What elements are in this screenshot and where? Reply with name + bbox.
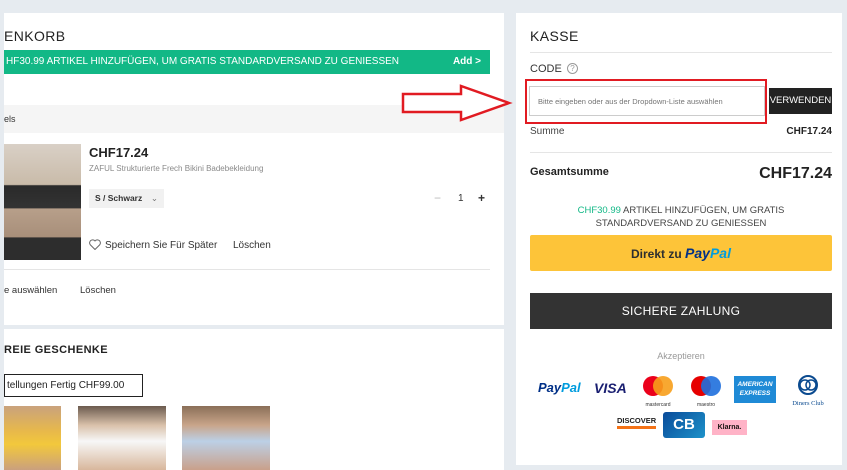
variant-value: S / Schwarz (95, 193, 143, 203)
maestro-logo: maestro (688, 375, 724, 408)
paypal-logo: PayPal (685, 245, 731, 261)
highlight-box (525, 79, 767, 124)
product-image[interactable] (4, 144, 81, 260)
promo-text-line-2: STANDARDVERSAND ZU GENIESSEN (595, 218, 767, 229)
cart-title: ENKORB (4, 28, 66, 44)
cart-item: CHF17.24 ZAFUL Strukturierte Frech Bikin… (4, 133, 504, 325)
promo-text-line-1: ARTIKEL HINZUFÜGEN, UM GRATIS (620, 205, 785, 216)
apply-code-button[interactable]: VERWENDEN (769, 88, 832, 114)
red-arrow-annotation (401, 84, 513, 122)
gift-image[interactable] (182, 406, 270, 470)
quantity-value: 1 (458, 193, 464, 204)
divider (4, 269, 490, 270)
gift-threshold-button[interactable]: tellungen Fertig CHF99.00 (4, 374, 143, 397)
free-shipping-hint: CHF30.99 ARTIKEL HINZUFÜGEN, UM GRATIS S… (530, 204, 832, 230)
quantity-increase-button[interactable]: + (478, 191, 485, 205)
heart-icon[interactable] (89, 239, 101, 253)
promo-amount: CHF30.99 (577, 205, 621, 216)
code-label: CODE (530, 63, 562, 75)
amex-logo: AMERICAN EXPRESS (734, 376, 776, 403)
promo-bar-text: HF30.99 ARTIKEL HINZUFÜGEN, UM GRATIS ST… (6, 56, 400, 67)
help-icon[interactable]: ? (567, 63, 578, 74)
total-label: Gesamtsumme (530, 166, 609, 178)
gifts-title: REIE GESCHENKE (4, 344, 109, 356)
divider (530, 52, 832, 53)
save-for-later-link[interactable]: Speichern Sie Für Später (105, 240, 217, 251)
gift-image[interactable] (4, 406, 61, 470)
promo-add-link[interactable]: Add > (453, 50, 481, 74)
section-label: els (4, 114, 16, 124)
item-name[interactable]: ZAFUL Strukturierte Frech Bikini Badebek… (89, 164, 263, 173)
delete-selected-link[interactable]: Löschen (80, 285, 116, 296)
cb-logo: CB (663, 412, 705, 438)
subtotal-label: Summe (530, 126, 565, 137)
paypal-button-label: Direkt zu (631, 247, 686, 261)
secure-payment-button[interactable]: SICHERE ZAHLUNG (530, 293, 832, 329)
checkout-title: KASSE (530, 28, 579, 44)
paypal-express-button[interactable]: Direkt zu PayPal (530, 235, 832, 271)
delete-item-link[interactable]: Löschen (233, 240, 271, 251)
total-value: CHF17.24 (759, 165, 832, 182)
discover-logo: DISCOVER (617, 416, 657, 429)
gift-image[interactable] (78, 406, 166, 470)
mastercard-logo: mastercard (640, 375, 676, 408)
checkout-panel: KASSE CODE ? VERWENDEN Summe CHF17.24 Ge… (516, 13, 842, 465)
accepted-label: Akzeptieren (657, 351, 705, 361)
free-gifts-panel: REIE GESCHENKE tellungen Fertig CHF99.00 (4, 329, 504, 470)
diners-club-logo: Diners Club (784, 375, 832, 407)
variant-select[interactable]: S / Schwarz ⌄ (89, 189, 164, 208)
item-price: CHF17.24 (89, 145, 149, 160)
paypal-payment-logo: PayPal (538, 380, 581, 395)
chevron-down-icon: ⌄ (150, 193, 158, 203)
select-all-link[interactable]: e auswählen (4, 285, 57, 296)
cart-panel: ENKORB HF30.99 ARTIKEL HINZUFÜGEN, UM GR… (4, 13, 504, 325)
subtotal-value: CHF17.24 (786, 126, 832, 137)
quantity-decrease-button[interactable]: − (434, 191, 441, 205)
divider (530, 152, 832, 153)
visa-logo: VISA (594, 380, 627, 396)
klarna-logo: Klarna. (712, 420, 747, 435)
free-shipping-promo-bar[interactable]: HF30.99 ARTIKEL HINZUFÜGEN, UM GRATIS ST… (4, 50, 490, 74)
